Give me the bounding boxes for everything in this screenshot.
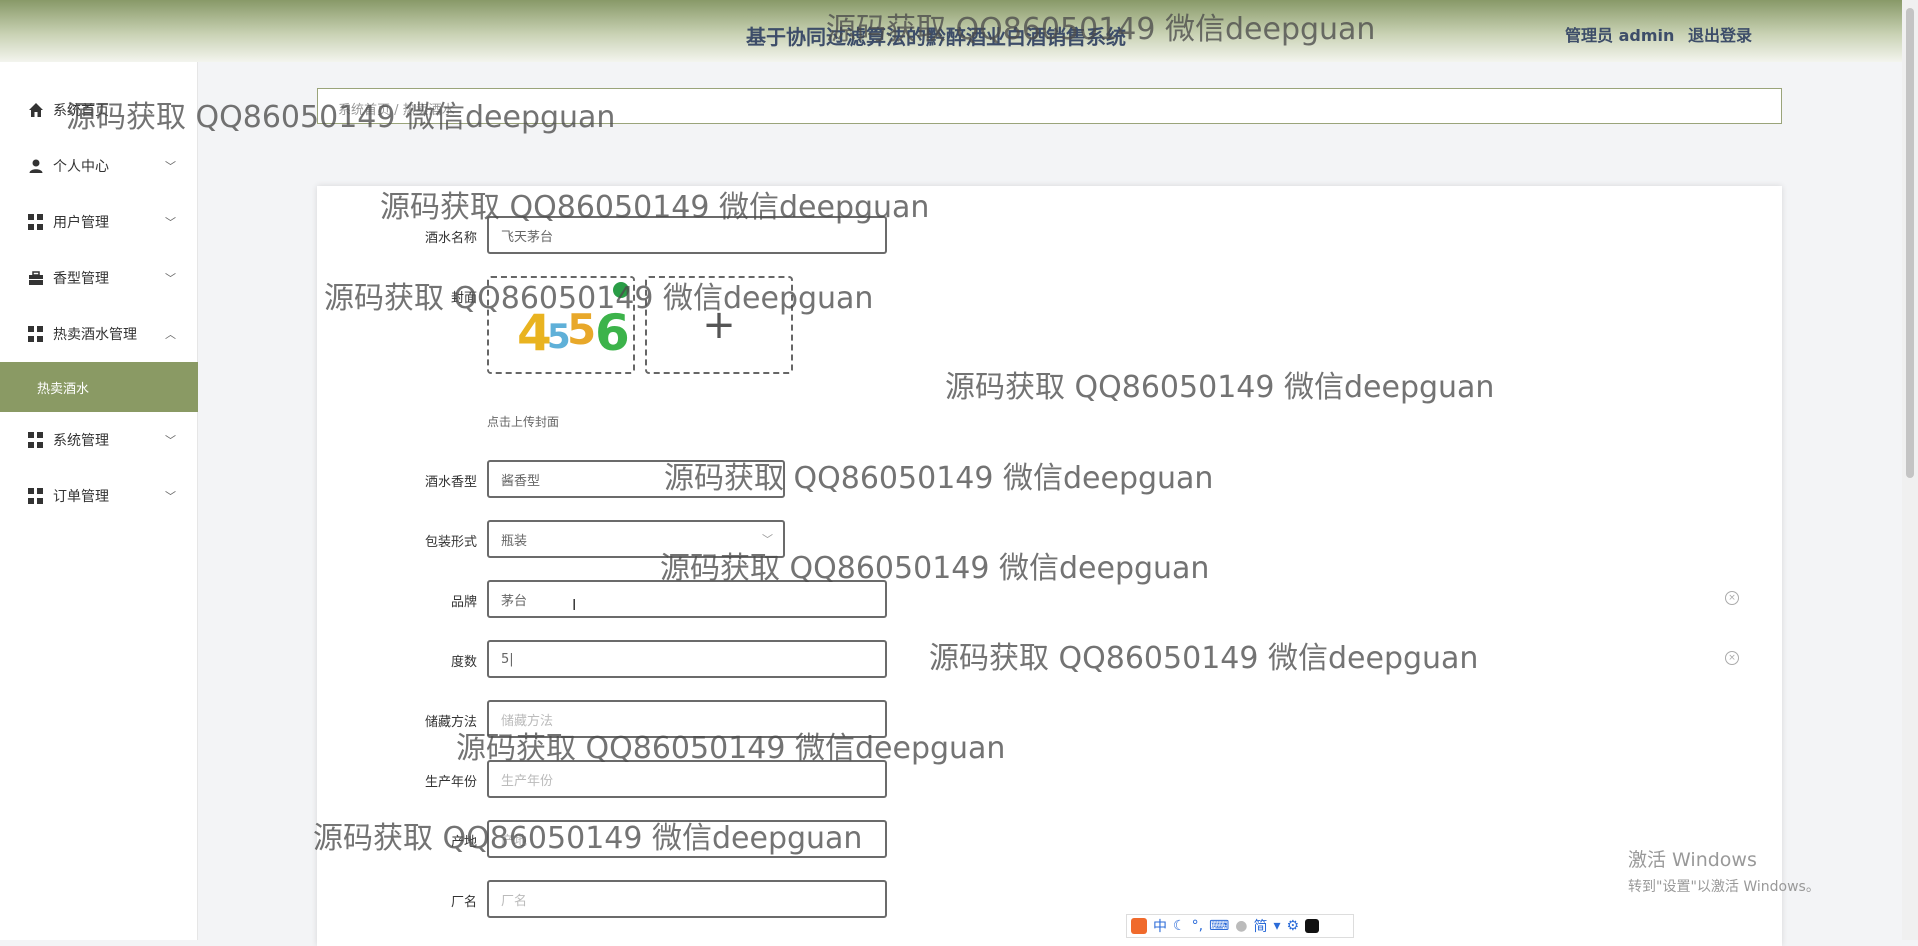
tiktok-icon — [1305, 919, 1320, 933]
sidebar-item-label: 香型管理 — [53, 271, 109, 287]
grid-icon — [28, 326, 44, 342]
breadcrumb: 系统首页 / 热卖酒水 — [317, 88, 1782, 124]
shirt-icon: ▾ — [1273, 918, 1281, 934]
add-cover-button[interactable]: + — [645, 276, 793, 374]
sidebar-item-label: 系统首页 — [53, 103, 109, 119]
windows-activation-subtitle: 转到"设置"以激活 Windows。 — [1628, 879, 1820, 895]
origin-input[interactable]: 产地 — [487, 820, 887, 858]
moon-icon: ☾ — [1173, 918, 1186, 934]
grid-icon — [28, 488, 44, 504]
top-header: 基于协同过滤算法的黔醉酒业白酒销售系统 管理员 admin 退出登录 — [0, 0, 1902, 62]
plus-icon: + — [702, 302, 736, 348]
svg-text:5: 5 — [567, 305, 596, 354]
storage-label: 储藏方法 — [424, 715, 477, 730]
edit-form: 酒水名称 飞天茅台 封面 4 5 5 6 + 点击上传封面 酒水香型 酱香型 包… — [317, 186, 1782, 946]
sidebar-subitem-hot-drinks[interactable]: 热卖酒水 — [0, 362, 198, 412]
windows-activation-title: 激活 Windows — [1628, 849, 1757, 871]
factory-input[interactable]: 厂名 — [487, 880, 887, 918]
text-cursor-icon: I — [572, 596, 577, 614]
brand-input[interactable]: 茅台 — [487, 580, 887, 618]
aroma-label: 酒水香型 — [424, 475, 477, 490]
ime-simplified[interactable]: 简 — [1253, 916, 1267, 936]
production-year-input[interactable]: 生产年份 — [487, 760, 887, 798]
chevron-down-icon: ﹀ — [165, 216, 176, 229]
chevron-down-icon: ﹀ — [165, 160, 176, 173]
factory-label: 厂名 — [450, 895, 477, 910]
logout-link[interactable]: 退出登录 — [1688, 26, 1752, 45]
package-select-value: 瓶装 — [501, 533, 528, 549]
ime-logo-icon — [1131, 918, 1147, 934]
chevron-down-icon: ﹀ — [165, 490, 176, 503]
upload-hint[interactable]: 点击上传封面 — [487, 413, 559, 430]
clear-icon[interactable]: × — [1725, 591, 1739, 605]
ime-toolbar[interactable]: 中 ☾ °, ⌨ ● 简 ▾ ⚙ — [1126, 914, 1354, 938]
clear-icon[interactable]: × — [1725, 651, 1739, 665]
user-label: 管理员 admin — [1565, 26, 1675, 45]
app-title: 基于协同过滤算法的黔醉酒业白酒销售系统 — [746, 25, 1126, 49]
svg-text:6: 6 — [595, 304, 630, 362]
ime-language[interactable]: 中 — [1153, 916, 1167, 936]
degree-input[interactable]: 5| — [487, 640, 887, 678]
name-label: 酒水名称 — [424, 231, 477, 246]
storage-input[interactable]: 储藏方法 — [487, 700, 887, 738]
sidebar-item-label: 订单管理 — [53, 489, 109, 505]
chevron-up-icon: ︿ — [165, 328, 176, 341]
main-content: 系统首页 / 热卖酒水 酒水名称 飞天茅台 封面 4 5 5 6 + 点击上传封… — [199, 62, 1902, 946]
package-label: 包装形式 — [424, 535, 477, 550]
punctuation-icon: °, — [1191, 918, 1204, 934]
user-icon: ● — [1235, 918, 1248, 934]
sidebar-item-hot-drinks-mgmt[interactable]: 热卖酒水管理 ︿ — [0, 310, 198, 358]
sidebar-item-label: 热卖酒水管理 — [53, 327, 137, 343]
grid-icon — [28, 214, 44, 230]
name-input[interactable]: 飞天茅台 — [487, 216, 887, 254]
sidebar: 系统首页 个人中心 ﹀ 用户管理 ﹀ 香型管理 ﹀ 热卖酒水管理 ︿ 热卖酒水 … — [0, 62, 198, 940]
sidebar-item-personal[interactable]: 个人中心 ﹀ — [0, 142, 198, 190]
keyboard-icon: ⌨ — [1209, 918, 1230, 934]
aroma-input[interactable]: 酱香型 — [487, 460, 785, 498]
gear-icon: ⚙ — [1286, 918, 1300, 934]
sidebar-item-users[interactable]: 用户管理 ﹀ — [0, 198, 198, 246]
user-area: 管理员 admin 退出登录 — [1557, 22, 1752, 46]
user-icon — [29, 159, 43, 173]
sidebar-item-orders[interactable]: 订单管理 ﹀ — [0, 472, 198, 520]
windows-activation-notice: 激活 Windows 转到"设置"以激活 Windows。 — [1628, 845, 1820, 896]
sidebar-item-aroma[interactable]: 香型管理 ﹀ — [0, 254, 198, 302]
grid-icon — [28, 432, 44, 448]
cover-label: 封面 — [450, 291, 477, 306]
briefcase-icon — [29, 271, 43, 285]
scrollbar-thumb[interactable] — [1906, 8, 1914, 478]
origin-label: 产地 — [450, 835, 477, 850]
chevron-down-icon: ﹀ — [165, 272, 176, 285]
breadcrumb-text: 系统首页 / 热卖酒水 — [338, 103, 455, 118]
brand-label: 品牌 — [450, 595, 477, 610]
sidebar-item-label: 热卖酒水 — [37, 381, 90, 397]
sidebar-item-label: 个人中心 — [53, 159, 109, 175]
chevron-down-icon: ﹀ — [165, 434, 176, 447]
sidebar-item-system[interactable]: 系统管理 ﹀ — [0, 416, 198, 464]
vertical-scrollbar[interactable] — [1902, 0, 1918, 940]
year-label: 生产年份 — [424, 775, 477, 790]
cover-image-thumbnail[interactable]: 4 5 5 6 — [487, 276, 635, 374]
cover-image: 4 5 5 6 — [489, 278, 633, 372]
degree-label: 度数 — [450, 655, 477, 670]
sidebar-item-label: 用户管理 — [53, 215, 109, 231]
package-select[interactable]: 瓶装 ﹀ — [487, 520, 785, 558]
home-icon — [29, 103, 43, 117]
sidebar-item-home[interactable]: 系统首页 — [0, 86, 198, 134]
sidebar-item-label: 系统管理 — [53, 433, 109, 449]
chevron-down-icon: ﹀ — [762, 533, 773, 546]
